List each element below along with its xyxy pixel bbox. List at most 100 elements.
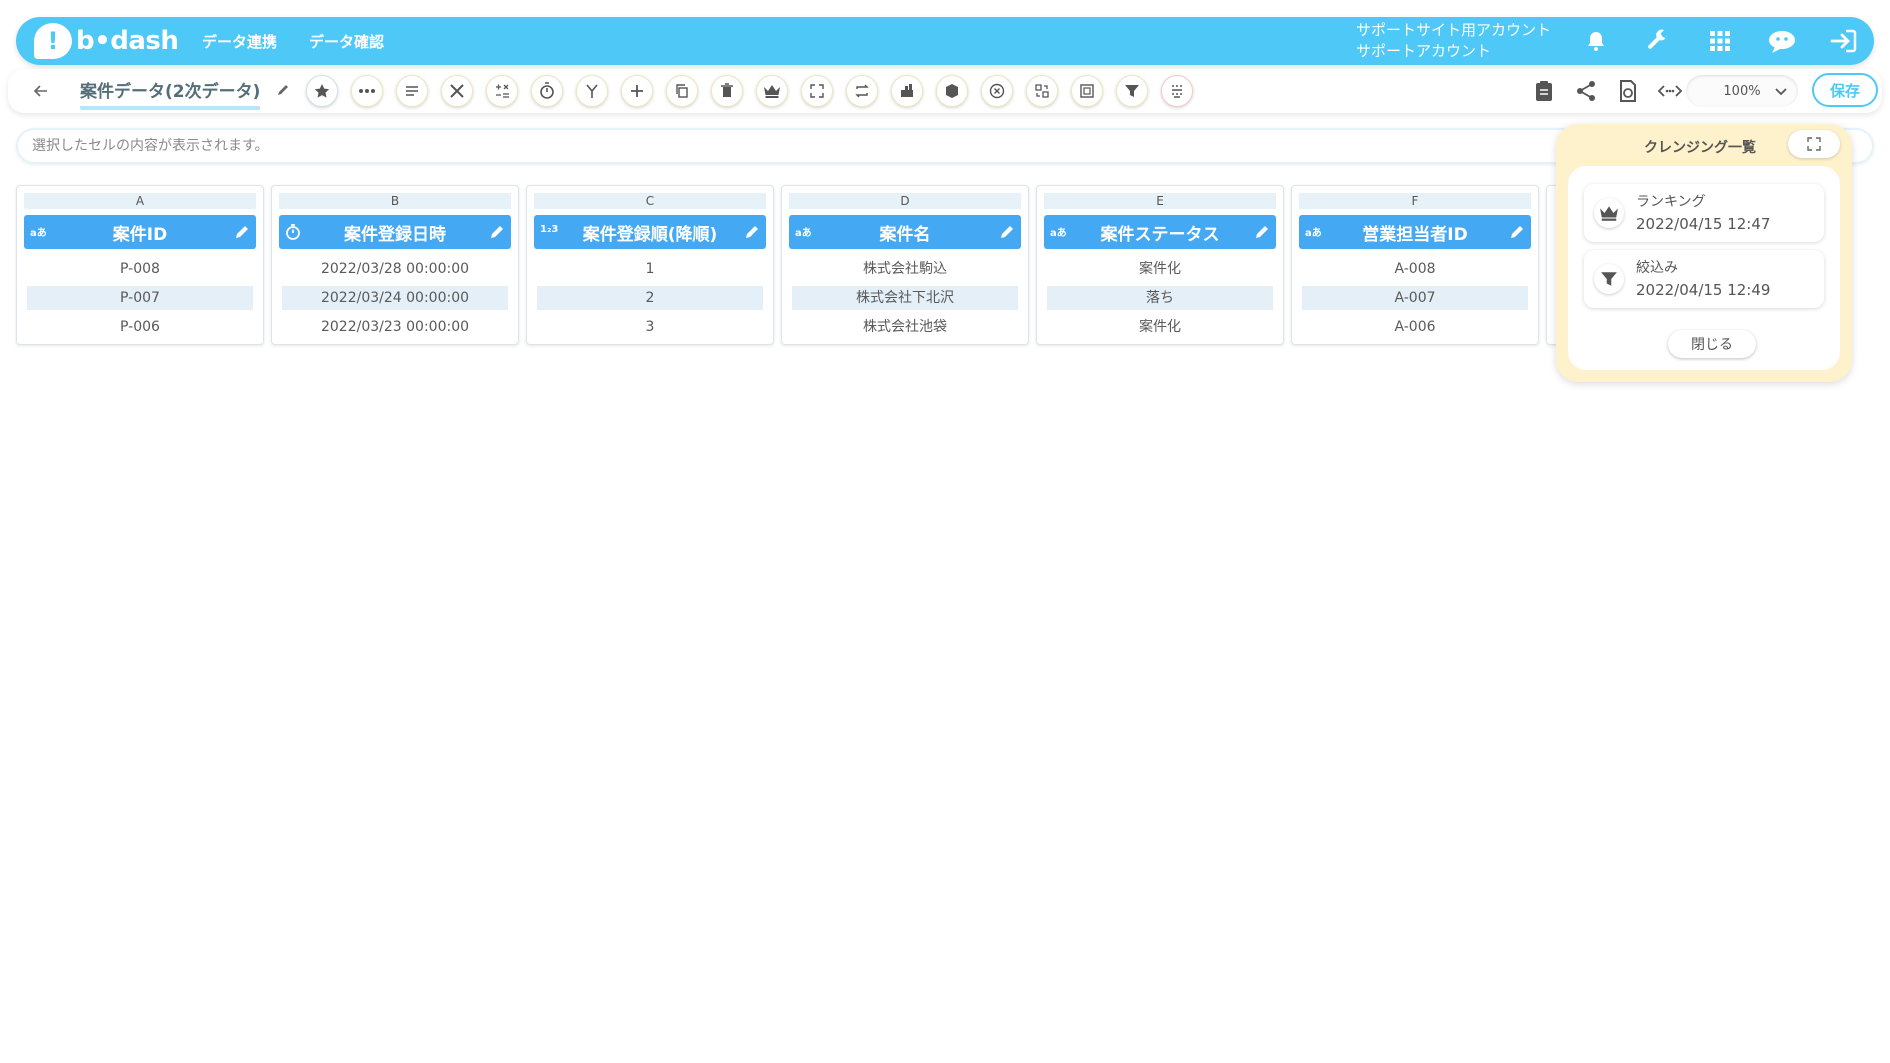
clipboard-icon [1536, 81, 1552, 101]
tool-expand-button[interactable] [801, 75, 833, 107]
account-info[interactable]: サポートサイト用アカウント サポートアカウント [1356, 20, 1551, 62]
tool-frame-button[interactable] [1071, 75, 1103, 107]
close-button[interactable]: 閉じる [1668, 330, 1756, 358]
pencil-icon[interactable] [744, 224, 760, 240]
text-type-icon: aあ [30, 228, 47, 239]
table-cell[interactable]: 案件化 [1047, 257, 1273, 281]
share-button[interactable] [1570, 75, 1602, 107]
column-letter[interactable]: A [24, 193, 256, 209]
edit-title-button[interactable] [272, 79, 294, 101]
nav-data-check[interactable]: データ確認 [309, 31, 384, 52]
column-header[interactable]: 1₂3 案件登録順(降順) [534, 215, 766, 249]
table-cell[interactable]: 株式会社下北沢 [792, 286, 1018, 310]
cell-content-input[interactable] [16, 128, 1516, 164]
column-f[interactable]: F aあ 営業担当者ID A-008 A-007 A-006 [1291, 185, 1539, 345]
pencil-icon[interactable] [1254, 224, 1270, 240]
table-cell[interactable]: 落ち [1047, 286, 1273, 310]
text-type-icon: aあ [1050, 228, 1067, 239]
pencil-icon[interactable] [999, 224, 1015, 240]
tool-calc-button[interactable] [486, 75, 518, 107]
column-name: 案件登録日時 [344, 224, 446, 245]
tool-timer-button[interactable] [531, 75, 563, 107]
table-cell[interactable]: 3 [537, 315, 763, 339]
trash-icon [721, 83, 733, 97]
tool-copy-button[interactable] [666, 75, 698, 107]
column-d[interactable]: D aあ 案件名 株式会社駒込 株式会社下北沢 株式会社池袋 [781, 185, 1029, 345]
back-button[interactable] [30, 80, 52, 102]
column-letter[interactable]: B [279, 193, 511, 209]
copy-icon [676, 84, 688, 98]
history-item-filter[interactable]: 絞込み 2022/04/15 12:49 [1584, 250, 1824, 308]
column-letter[interactable]: E [1044, 193, 1276, 209]
column-header[interactable]: aあ 案件名 [789, 215, 1021, 249]
filter-icon [1594, 264, 1624, 294]
history-item-ranking[interactable]: ランキング 2022/04/15 12:47 [1584, 184, 1824, 242]
tool-more-button[interactable] [351, 75, 383, 107]
lines-icon [406, 86, 418, 96]
panel-expand-button[interactable] [1788, 130, 1840, 158]
column-b[interactable]: B 案件登録日時 2022/03/28 00:00:00 2022/03/24 … [271, 185, 519, 345]
calc-icon [496, 84, 509, 98]
table-cell[interactable]: 2022/03/28 00:00:00 [282, 257, 508, 281]
column-header[interactable]: aあ 案件ID [24, 215, 256, 249]
tool-merge-button[interactable] [576, 75, 608, 107]
column-header[interactable]: aあ 案件ステータス [1044, 215, 1276, 249]
table-cell[interactable]: 2022/03/24 00:00:00 [282, 286, 508, 310]
nav-data-integration[interactable]: データ連携 [202, 31, 277, 52]
table-cell[interactable]: A-006 [1302, 315, 1528, 339]
refresh-doc-button[interactable] [1612, 75, 1644, 107]
tool-convert-button[interactable] [846, 75, 878, 107]
column-letter[interactable]: C [534, 193, 766, 209]
pencil-icon[interactable] [489, 224, 505, 240]
table-cell[interactable]: P-006 [27, 315, 253, 339]
table-cell[interactable]: A-007 [1302, 286, 1528, 310]
history-time: 2022/04/15 12:49 [1636, 281, 1771, 299]
table-cell[interactable]: A-008 [1302, 257, 1528, 281]
logo[interactable]: ! b•dash [34, 22, 179, 60]
tool-list-button[interactable] [396, 75, 428, 107]
code-button[interactable] [1654, 75, 1686, 107]
column-letter[interactable]: F [1299, 193, 1531, 209]
tool-favorite-button[interactable] [306, 75, 338, 107]
tool-add-button[interactable] [621, 75, 653, 107]
panel-title: クレンジング一覧 [1644, 140, 1756, 156]
bell-icon[interactable] [1576, 22, 1616, 60]
merge-icon [586, 84, 598, 98]
expand-icon [1807, 137, 1821, 151]
tool-filter-button[interactable] [1116, 75, 1148, 107]
tool-ranking-button[interactable] [756, 75, 788, 107]
column-e[interactable]: E aあ 案件ステータス 案件化 落ち 案件化 [1036, 185, 1284, 345]
column-header[interactable]: 案件登録日時 [279, 215, 511, 249]
table-cell[interactable]: 2 [537, 286, 763, 310]
pencil-icon[interactable] [1509, 224, 1525, 240]
column-a[interactable]: A aあ 案件ID P-008 P-007 P-006 [16, 185, 264, 345]
table-cell[interactable]: 案件化 [1047, 315, 1273, 339]
save-button[interactable]: 保存 [1812, 73, 1878, 107]
tool-replace-button[interactable] [1026, 75, 1058, 107]
table-cell[interactable]: 株式会社池袋 [792, 315, 1018, 339]
table-cell[interactable]: 株式会社駒込 [792, 257, 1018, 281]
column-c[interactable]: C 1₂3 案件登録順(降順) 1 2 3 [526, 185, 774, 345]
zoom-select[interactable]: 100% [1686, 75, 1798, 107]
table-cell[interactable]: 1 [537, 257, 763, 281]
chart-icon [901, 84, 913, 97]
pencil-icon[interactable] [234, 224, 250, 240]
table-cell[interactable]: P-008 [27, 257, 253, 281]
tool-delete-button[interactable] [711, 75, 743, 107]
table-cell[interactable]: P-007 [27, 286, 253, 310]
chat-robot-icon[interactable] [1762, 22, 1802, 60]
tool-grid-button[interactable] [1161, 75, 1193, 107]
tool-cleansing-button[interactable] [441, 75, 473, 107]
column-letter[interactable]: D [789, 193, 1021, 209]
page-title[interactable]: 案件データ(2次データ) [80, 77, 261, 110]
tool-aggregate-button[interactable] [891, 75, 923, 107]
grid-icon[interactable] [1700, 22, 1740, 60]
logout-icon[interactable] [1824, 22, 1864, 60]
column-header[interactable]: aあ 営業担当者ID [1299, 215, 1531, 249]
wrench-icon[interactable] [1638, 22, 1678, 60]
tool-cancel-button[interactable] [981, 75, 1013, 107]
code-icon [1657, 85, 1683, 97]
tool-box-button[interactable] [936, 75, 968, 107]
clipboard-button[interactable] [1528, 75, 1560, 107]
table-cell[interactable]: 2022/03/23 00:00:00 [282, 315, 508, 339]
